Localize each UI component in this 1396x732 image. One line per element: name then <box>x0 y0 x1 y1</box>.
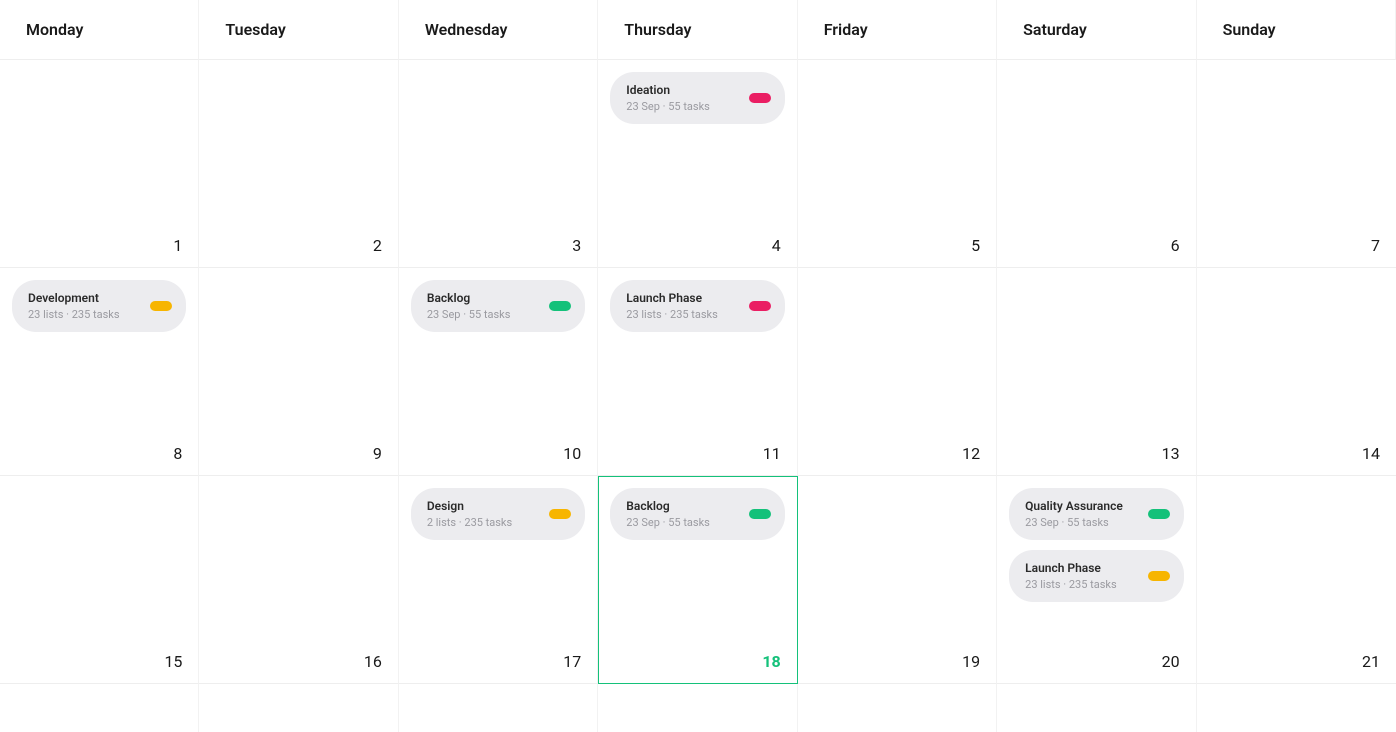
calendar-cell[interactable]: 6 <box>997 60 1196 268</box>
calendar-cell[interactable] <box>1197 684 1396 732</box>
day-header-sunday: Sunday <box>1197 0 1396 60</box>
calendar-cell[interactable] <box>0 684 199 732</box>
calendar-cell[interactable]: 19 <box>798 476 997 684</box>
day-header-monday: Monday <box>0 0 199 60</box>
day-header-thursday: Thursday <box>598 0 797 60</box>
event-title: Ideation <box>626 83 710 97</box>
event-card[interactable]: Design 2 lists · 235 tasks <box>411 488 585 540</box>
event-meta: 23 Sep · 55 tasks <box>626 100 710 113</box>
status-badge <box>150 301 172 311</box>
day-header-friday: Friday <box>798 0 997 60</box>
event-card[interactable]: Ideation 23 Sep · 55 tasks <box>610 72 784 124</box>
calendar-cell[interactable]: 14 <box>1197 268 1396 476</box>
calendar-cell[interactable] <box>399 684 598 732</box>
event-title: Launch Phase <box>1025 561 1117 575</box>
date-number: 2 <box>373 236 382 255</box>
calendar-cell[interactable]: 12 <box>798 268 997 476</box>
event-title: Quality Assurance <box>1025 499 1123 513</box>
calendar-cell[interactable]: Launch Phase 23 lists · 235 tasks 11 <box>598 268 797 476</box>
calendar-cell[interactable]: 15 <box>0 476 199 684</box>
calendar-cell[interactable]: 21 <box>1197 476 1396 684</box>
calendar-cell[interactable]: Design 2 lists · 235 tasks 17 <box>399 476 598 684</box>
event-card[interactable]: Quality Assurance 23 Sep · 55 tasks <box>1009 488 1183 540</box>
calendar-cell[interactable]: 1 <box>0 60 199 268</box>
status-badge <box>1148 571 1170 581</box>
day-header-tuesday: Tuesday <box>199 0 398 60</box>
event-text: Development 23 lists · 235 tasks <box>28 291 120 321</box>
event-card[interactable]: Backlog 23 Sep · 55 tasks <box>610 488 784 540</box>
date-number: 9 <box>373 444 382 463</box>
date-number: 17 <box>563 652 581 671</box>
date-number: 14 <box>1362 444 1380 463</box>
calendar-cell[interactable]: 13 <box>997 268 1196 476</box>
calendar-cell[interactable]: Ideation 23 Sep · 55 tasks 4 <box>598 60 797 268</box>
date-number: 15 <box>164 652 182 671</box>
event-text: Ideation 23 Sep · 55 tasks <box>626 83 710 113</box>
date-number: 1 <box>173 236 182 255</box>
event-meta: 23 lists · 235 tasks <box>28 308 120 321</box>
date-number: 11 <box>763 444 781 463</box>
event-text: Design 2 lists · 235 tasks <box>427 499 512 529</box>
day-header-saturday: Saturday <box>997 0 1196 60</box>
date-number: 10 <box>563 444 581 463</box>
date-number: 13 <box>1162 444 1180 463</box>
calendar-cell[interactable]: 7 <box>1197 60 1396 268</box>
calendar-cell[interactable] <box>798 684 997 732</box>
status-badge <box>749 509 771 519</box>
event-meta: 2 lists · 235 tasks <box>427 516 512 529</box>
event-title: Development <box>28 291 120 305</box>
calendar-cell[interactable] <box>997 684 1196 732</box>
date-number: 21 <box>1362 652 1380 671</box>
status-badge <box>549 509 571 519</box>
event-title: Design <box>427 499 512 513</box>
event-meta: 23 lists · 235 tasks <box>626 308 718 321</box>
calendar-cell[interactable]: Backlog 23 Sep · 55 tasks 18 <box>598 476 797 684</box>
date-number: 6 <box>1171 236 1180 255</box>
status-badge <box>549 301 571 311</box>
day-header-wednesday: Wednesday <box>399 0 598 60</box>
event-text: Backlog 23 Sep · 55 tasks <box>626 499 710 529</box>
calendar-cell[interactable]: Quality Assurance 23 Sep · 55 tasks Launch… <box>997 476 1196 684</box>
event-meta: 23 Sep · 55 tasks <box>1025 516 1123 529</box>
event-meta: 23 lists · 235 tasks <box>1025 578 1117 591</box>
date-number: 12 <box>962 444 980 463</box>
date-number: 3 <box>572 236 581 255</box>
event-text: Launch Phase 23 lists · 235 tasks <box>1025 561 1117 591</box>
calendar-cell[interactable]: 9 <box>199 268 398 476</box>
date-number: 20 <box>1162 652 1180 671</box>
event-title: Backlog <box>626 499 710 513</box>
event-text: Quality Assurance 23 Sep · 55 tasks <box>1025 499 1123 529</box>
event-text: Launch Phase 23 lists · 235 tasks <box>626 291 718 321</box>
date-number: 8 <box>173 444 182 463</box>
event-meta: 23 Sep · 55 tasks <box>427 308 511 321</box>
calendar-cell[interactable]: 3 <box>399 60 598 268</box>
event-card[interactable]: Development 23 lists · 235 tasks <box>12 280 186 332</box>
date-number: 18 <box>762 652 780 671</box>
calendar-cell[interactable]: Development 23 lists · 235 tasks 8 <box>0 268 199 476</box>
calendar-cell[interactable]: 16 <box>199 476 398 684</box>
event-text: Backlog 23 Sep · 55 tasks <box>427 291 511 321</box>
date-number: 16 <box>364 652 382 671</box>
event-title: Launch Phase <box>626 291 718 305</box>
status-badge <box>749 301 771 311</box>
date-number: 19 <box>962 652 980 671</box>
calendar-cell[interactable]: 2 <box>199 60 398 268</box>
event-title: Backlog <box>427 291 511 305</box>
status-badge <box>749 93 771 103</box>
date-number: 5 <box>971 236 980 255</box>
event-card[interactable]: Launch Phase 23 lists · 235 tasks <box>610 280 784 332</box>
calendar-cell[interactable] <box>199 684 398 732</box>
calendar-cell[interactable]: 5 <box>798 60 997 268</box>
date-number: 7 <box>1371 236 1380 255</box>
calendar-cell[interactable] <box>598 684 797 732</box>
date-number: 4 <box>772 236 781 255</box>
event-card[interactable]: Launch Phase 23 lists · 235 tasks <box>1009 550 1183 602</box>
status-badge <box>1148 509 1170 519</box>
event-meta: 23 Sep · 55 tasks <box>626 516 710 529</box>
calendar-cell[interactable]: Backlog 23 Sep · 55 tasks 10 <box>399 268 598 476</box>
event-card[interactable]: Backlog 23 Sep · 55 tasks <box>411 280 585 332</box>
